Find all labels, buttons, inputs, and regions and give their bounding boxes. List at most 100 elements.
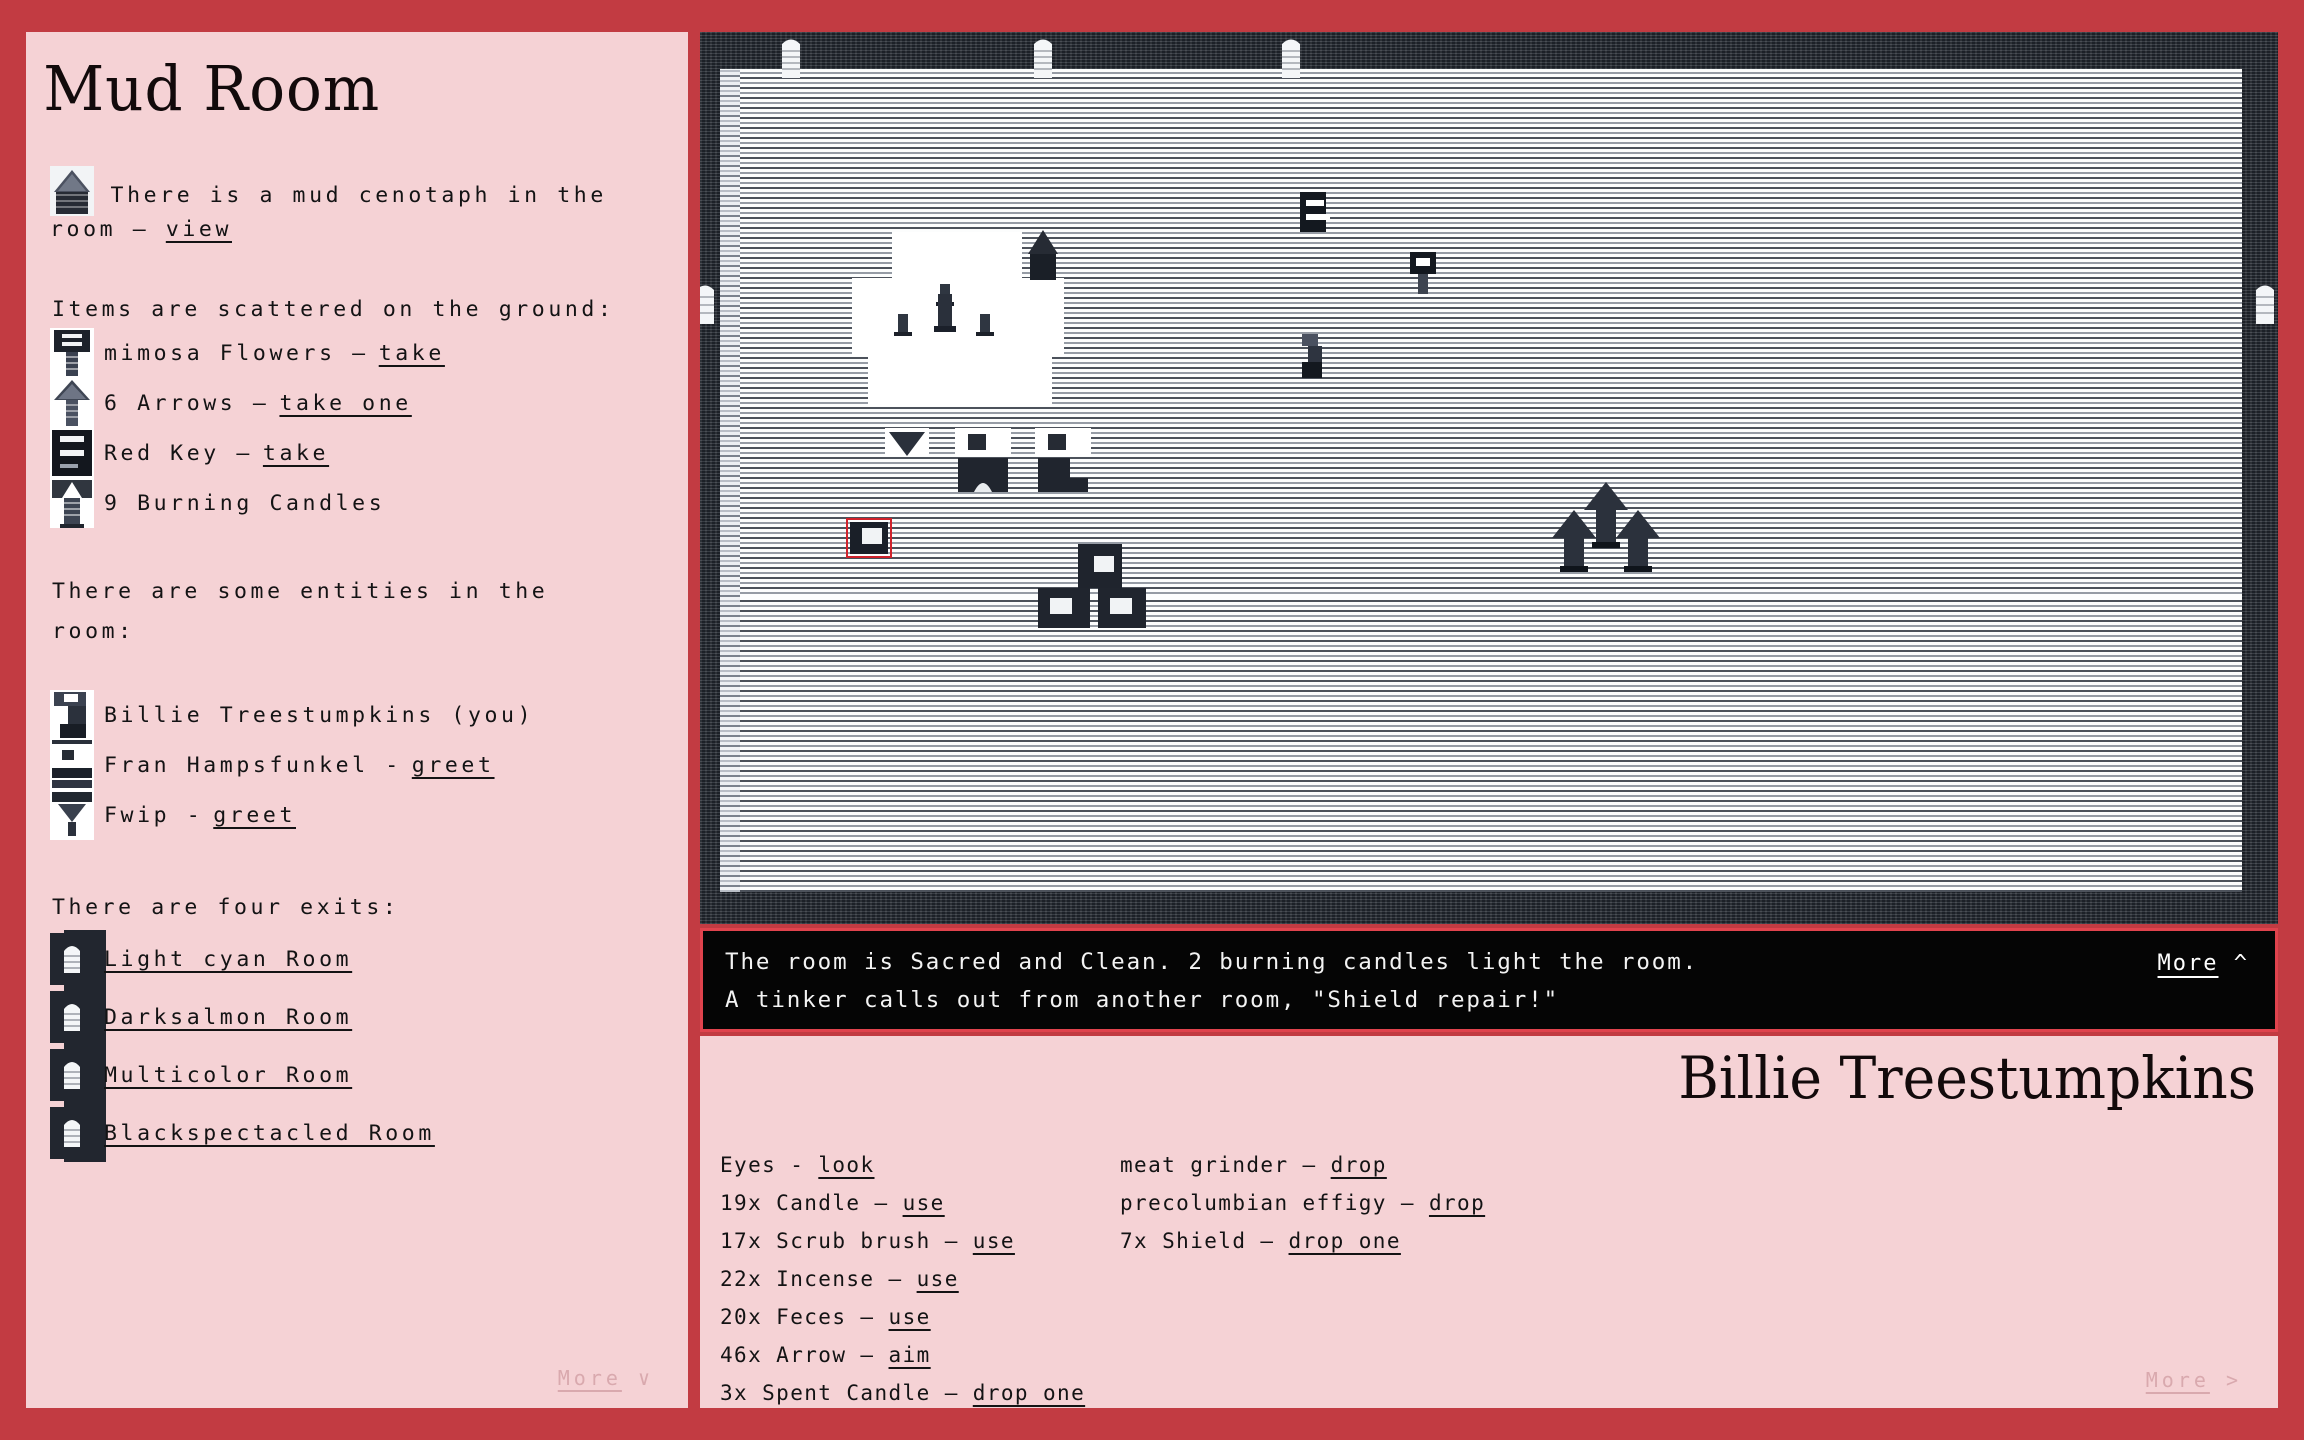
list-item[interactable]: 7x Shield — drop one xyxy=(1120,1222,1640,1260)
billie-treestumpkins-icon xyxy=(50,690,94,740)
list-item[interactable]: mimosa Flowers — take xyxy=(50,328,666,378)
map-mud-cenotaph[interactable] xyxy=(1026,228,1060,282)
list-item[interactable]: 17x Scrub brush — use xyxy=(720,1222,1100,1260)
map-floor-lower xyxy=(736,597,2242,892)
map-entity-b-body[interactable] xyxy=(1036,456,1090,494)
map-door-north-2[interactable] xyxy=(1030,36,1056,80)
candle-use-link[interactable]: use xyxy=(903,1191,945,1215)
list-item-label: 17x Scrub brush — xyxy=(720,1229,959,1253)
room-more-button[interactable]: More ∨ xyxy=(558,1366,654,1390)
map-entity-sprite-right[interactable] xyxy=(1298,332,1328,388)
list-item-label: Billie Treestumpkins (you) xyxy=(104,702,535,728)
sidebar-item-label[interactable]: Darksalmon Room xyxy=(104,1005,352,1030)
list-item-label: 20x Feces — xyxy=(720,1305,875,1329)
room-panel: Mud Room There is a mud cenotaph in the … xyxy=(26,32,688,1408)
arrow-aim-link[interactable]: aim xyxy=(889,1343,931,1367)
sidebar-item-label[interactable]: Multicolor Room xyxy=(104,1063,352,1088)
cenotaph-description: There is a mud cenotaph in the room — vi… xyxy=(50,166,666,244)
cenotaph-text-line2: room — xyxy=(50,217,150,242)
mud-cenotaph-icon xyxy=(50,166,94,216)
eyes-look-link[interactable]: look xyxy=(818,1153,874,1177)
exits-section: There are four exits: Light cyan Room Da… xyxy=(50,894,666,1162)
list-item[interactable]: 22x Incense — use xyxy=(720,1260,1100,1298)
list-item-label: 6 Arrows — xyxy=(104,390,270,416)
map-key-sprite-1[interactable] xyxy=(1298,190,1332,246)
list-item: Billie Treestumpkins (you) xyxy=(50,690,666,740)
incense-use-link[interactable]: use xyxy=(917,1267,959,1291)
map-door-east[interactable] xyxy=(2252,282,2278,326)
inventory-more-label: More xyxy=(2145,1368,2210,1392)
room-more-label: More xyxy=(557,1366,622,1390)
cenotaph-text-line1: There is a mud cenotaph in the xyxy=(110,183,607,208)
status-more-button[interactable]: More ^ xyxy=(2158,951,2249,976)
sidebar-item-light-cyan-room[interactable]: Light cyan Room xyxy=(50,930,666,988)
exits-list: Light cyan Room Darksalmon Room Multicol… xyxy=(50,930,666,1162)
sidebar-item-darksalmon-room[interactable]: Darksalmon Room xyxy=(50,988,666,1046)
sidebar-item-multicolor-room[interactable]: Multicolor Room xyxy=(50,1046,666,1104)
shield-drop-one-link[interactable]: drop one xyxy=(1289,1229,1401,1253)
map-player-billie[interactable] xyxy=(846,518,892,558)
list-item-label: 46x Arrow — xyxy=(720,1343,875,1367)
status-bar: The room is Sacred and Clean. 2 burning … xyxy=(700,928,2278,1032)
take-red-key-link[interactable]: take xyxy=(263,441,329,466)
map-door-north-1[interactable] xyxy=(778,36,804,80)
list-item-label: 7x Shield — xyxy=(1120,1229,1275,1253)
map-entity-a-head xyxy=(966,432,988,452)
list-item[interactable]: Eyes - look xyxy=(720,1146,1100,1184)
list-item[interactable]: 3x Spent Candle — drop one xyxy=(720,1374,1100,1408)
map-burning-candle-2[interactable] xyxy=(890,300,916,340)
map-viewport[interactable] xyxy=(700,32,2278,924)
list-item[interactable]: Fwip - greet xyxy=(50,790,666,840)
list-item[interactable]: 20x Feces — use xyxy=(720,1298,1100,1336)
map-entity-a-body[interactable] xyxy=(956,456,1010,494)
list-item-label: mimosa Flowers — xyxy=(104,340,369,366)
door-icon xyxy=(50,933,94,985)
map-sacred-zone-b xyxy=(852,278,1064,356)
greet-fwip-link[interactable]: greet xyxy=(213,803,296,828)
list-item[interactable]: Fran Hampsfunkel - greet xyxy=(50,740,666,790)
room-body: There is a mud cenotaph in the room — vi… xyxy=(26,166,688,1162)
list-item[interactable]: 19x Candle — use xyxy=(720,1184,1100,1222)
red-key-icon xyxy=(50,428,94,478)
status-line-2: A tinker calls out from another room, "S… xyxy=(725,987,1560,1013)
meat-grinder-drop-link[interactable]: drop xyxy=(1331,1153,1387,1177)
take-mimosa-flowers-link[interactable]: take xyxy=(379,341,445,366)
scrub-brush-use-link[interactable]: use xyxy=(973,1229,1015,1253)
map-key-sprite-2[interactable] xyxy=(1408,250,1438,302)
feces-use-link[interactable]: use xyxy=(889,1305,931,1329)
chevron-right-icon: > xyxy=(2225,1368,2242,1392)
sidebar-item-label[interactable]: Light cyan Room xyxy=(104,947,352,972)
inventory-more-button[interactable]: More > xyxy=(2146,1368,2242,1392)
map-sacred-zone-c xyxy=(868,350,1052,406)
app-root: Mud Room There is a mud cenotaph in the … xyxy=(0,0,2304,1440)
spent-candle-drop-one-link[interactable]: drop one xyxy=(973,1381,1085,1405)
list-item[interactable]: meat grinder — drop xyxy=(1120,1146,1640,1184)
chevron-down-icon: ∨ xyxy=(637,1366,654,1390)
list-item[interactable]: 46x Arrow — aim xyxy=(720,1336,1100,1374)
list-item[interactable]: Red Key — take xyxy=(50,428,666,478)
map-door-west[interactable] xyxy=(700,282,718,326)
map-burning-candle-3[interactable] xyxy=(972,300,998,340)
map-door-north-3[interactable] xyxy=(1278,36,1304,80)
view-cenotaph-link[interactable]: view xyxy=(166,217,232,242)
sidebar-item-label[interactable]: Blackspectacled Room xyxy=(104,1121,435,1146)
map-fwip[interactable] xyxy=(887,430,927,458)
list-item[interactable]: 6 Arrows — take one xyxy=(50,378,666,428)
precolumbian-effigy-drop-link[interactable]: drop xyxy=(1429,1191,1485,1215)
list-item[interactable]: precolumbian effigy — drop xyxy=(1120,1184,1640,1222)
greet-fran-link[interactable]: greet xyxy=(412,753,495,778)
exits-heading: There are four exits: xyxy=(52,895,400,920)
map-altar-block[interactable] xyxy=(932,294,958,338)
entities-heading-line1: There are some entities in the xyxy=(52,579,549,604)
take-one-arrow-link[interactable]: take one xyxy=(279,391,411,416)
list-item-label: Red Key — xyxy=(104,440,253,466)
mimosa-flowers-icon xyxy=(50,328,94,378)
items-heading: Items are scattered on the ground: xyxy=(52,297,615,322)
sidebar-item-blackspectacled-room[interactable]: Blackspectacled Room xyxy=(50,1104,666,1162)
list-item-label: 22x Incense — xyxy=(720,1267,903,1291)
door-icon xyxy=(50,1049,94,1101)
map-arrow-pile[interactable] xyxy=(1552,482,1662,574)
map-furniture-cluster[interactable] xyxy=(1038,544,1150,632)
status-line-1: The room is Sacred and Clean. 2 burning … xyxy=(725,949,1699,975)
entities-section: There are some entities in the room: Bil… xyxy=(50,578,666,840)
